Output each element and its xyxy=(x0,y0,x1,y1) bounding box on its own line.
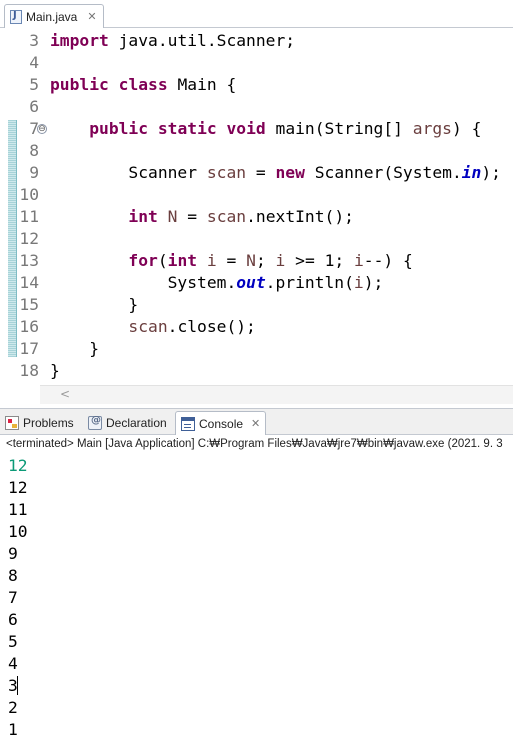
line-number: 15 xyxy=(19,295,39,314)
code-text: System.out.println(i); xyxy=(50,273,384,292)
code-text: public static void main(String[] args) { xyxy=(89,119,482,138)
scroll-left-icon[interactable]: < xyxy=(60,387,70,401)
problems-icon xyxy=(5,416,19,430)
line-number: 3 xyxy=(29,31,39,50)
code-line[interactable]: 12 xyxy=(0,228,513,250)
console-input-line: 12 xyxy=(8,456,28,475)
line-number: 12 xyxy=(19,229,39,248)
editor-tab-main-java[interactable]: Main.java ✕ xyxy=(4,4,104,28)
code-line[interactable]: 8 xyxy=(0,140,513,162)
line-number: 8 xyxy=(29,141,39,160)
horizontal-scrollbar[interactable]: < xyxy=(40,385,513,404)
code-text: public class Main { xyxy=(50,75,237,94)
code-line[interactable]: 13 for(int i = N; i >= 1; i--) { xyxy=(0,250,513,272)
line-number: 18 xyxy=(19,361,39,380)
declaration-icon xyxy=(88,415,102,430)
line-number: 16 xyxy=(19,317,39,336)
console-output-line: 7 xyxy=(8,588,18,607)
editor-tab-label: Main.java xyxy=(26,9,78,24)
console-output-line: 3 xyxy=(8,676,18,695)
code-line[interactable]: 17 } xyxy=(0,338,513,360)
console-output-line: 11 xyxy=(8,500,28,519)
code-text: scan.close(); xyxy=(128,317,256,336)
editor-tab-bar: Main.java ✕ xyxy=(0,0,513,28)
tab-problems-label: Problems xyxy=(23,416,74,430)
console-output-line: 1 xyxy=(8,720,18,739)
line-number: 13 xyxy=(19,251,39,270)
code-area[interactable]: 3 import java.util.Scanner; 4 5 public class… xyxy=(0,30,513,382)
code-text: import java.util.Scanner; xyxy=(50,31,296,50)
line-number: 6 xyxy=(29,97,39,116)
code-text: } xyxy=(50,361,60,380)
line-number: 17 xyxy=(19,339,39,358)
code-line[interactable]: 18} xyxy=(0,360,513,382)
console-output-line: 9 xyxy=(8,544,18,563)
code-text: for(int i = N; i >= 1; i--) { xyxy=(128,251,413,270)
console-output-line: 10 xyxy=(8,522,28,541)
code-line[interactable]: 15 } xyxy=(0,294,513,316)
code-text: Scanner scan = new Scanner(System.in); xyxy=(50,163,501,182)
close-icon[interactable]: ✕ xyxy=(251,417,260,430)
code-text: } xyxy=(50,339,100,358)
java-file-icon xyxy=(10,9,22,24)
code-line[interactable]: 4 xyxy=(0,52,513,74)
line-number: 14 xyxy=(19,273,39,292)
tab-problems[interactable]: Problems xyxy=(5,411,74,435)
line-number: 5 xyxy=(29,75,39,94)
code-line[interactable]: 5 public class Main { xyxy=(0,74,513,96)
fold-toggle-icon[interactable]: ⊖ xyxy=(37,124,47,134)
console-output-line: 8 xyxy=(8,566,18,585)
console-output-line: 4 xyxy=(8,654,18,673)
console-output-line: 6 xyxy=(8,610,18,629)
code-line[interactable]: 10 xyxy=(0,184,513,206)
console-status-text: <terminated> Main [Java Application] C:₩… xyxy=(6,438,503,450)
tab-declaration[interactable]: Declaration xyxy=(88,411,167,435)
code-editor: Main.java ✕ 3 import java.util.Scanner; 4 5… xyxy=(0,0,513,407)
tab-console-label: Console xyxy=(199,416,244,431)
code-text: int N = scan.nextInt(); xyxy=(128,207,354,226)
code-line[interactable]: 14 System.out.println(i); xyxy=(0,272,513,294)
line-number: 4 xyxy=(29,53,39,72)
tab-console[interactable]: Console ✕ xyxy=(175,411,267,435)
code-line[interactable]: 11 int N = scan.nextInt(); xyxy=(0,206,513,228)
code-line[interactable]: 9 Scanner scan = new Scanner(System.in); xyxy=(0,162,513,184)
code-line[interactable]: 7 ⊖ public static void main(String[] args… xyxy=(0,118,513,140)
console-output-line: 2 xyxy=(8,698,18,717)
console-output[interactable]: 12 12 11 10 9 8 7 6 5 4 3 2 1 xyxy=(0,455,513,742)
line-number: 10 xyxy=(19,185,39,204)
tab-declaration-label: Declaration xyxy=(106,416,167,430)
line-number: 11 xyxy=(19,207,39,226)
code-line[interactable]: 16 scan.close(); xyxy=(0,316,513,338)
console-tab-bar: Problems Declaration Console ✕ xyxy=(0,409,513,435)
code-text: } xyxy=(50,295,139,314)
console-output-line: 12 xyxy=(8,478,28,497)
console-view: Problems Declaration Console ✕ <terminat… xyxy=(0,408,513,742)
console-output-line: 5 xyxy=(8,632,18,651)
line-number: 9 xyxy=(29,163,39,182)
code-line[interactable]: 6 xyxy=(0,96,513,118)
code-line[interactable]: 3 import java.util.Scanner; xyxy=(0,30,513,52)
console-icon xyxy=(181,416,195,431)
close-icon[interactable]: ✕ xyxy=(87,10,96,23)
